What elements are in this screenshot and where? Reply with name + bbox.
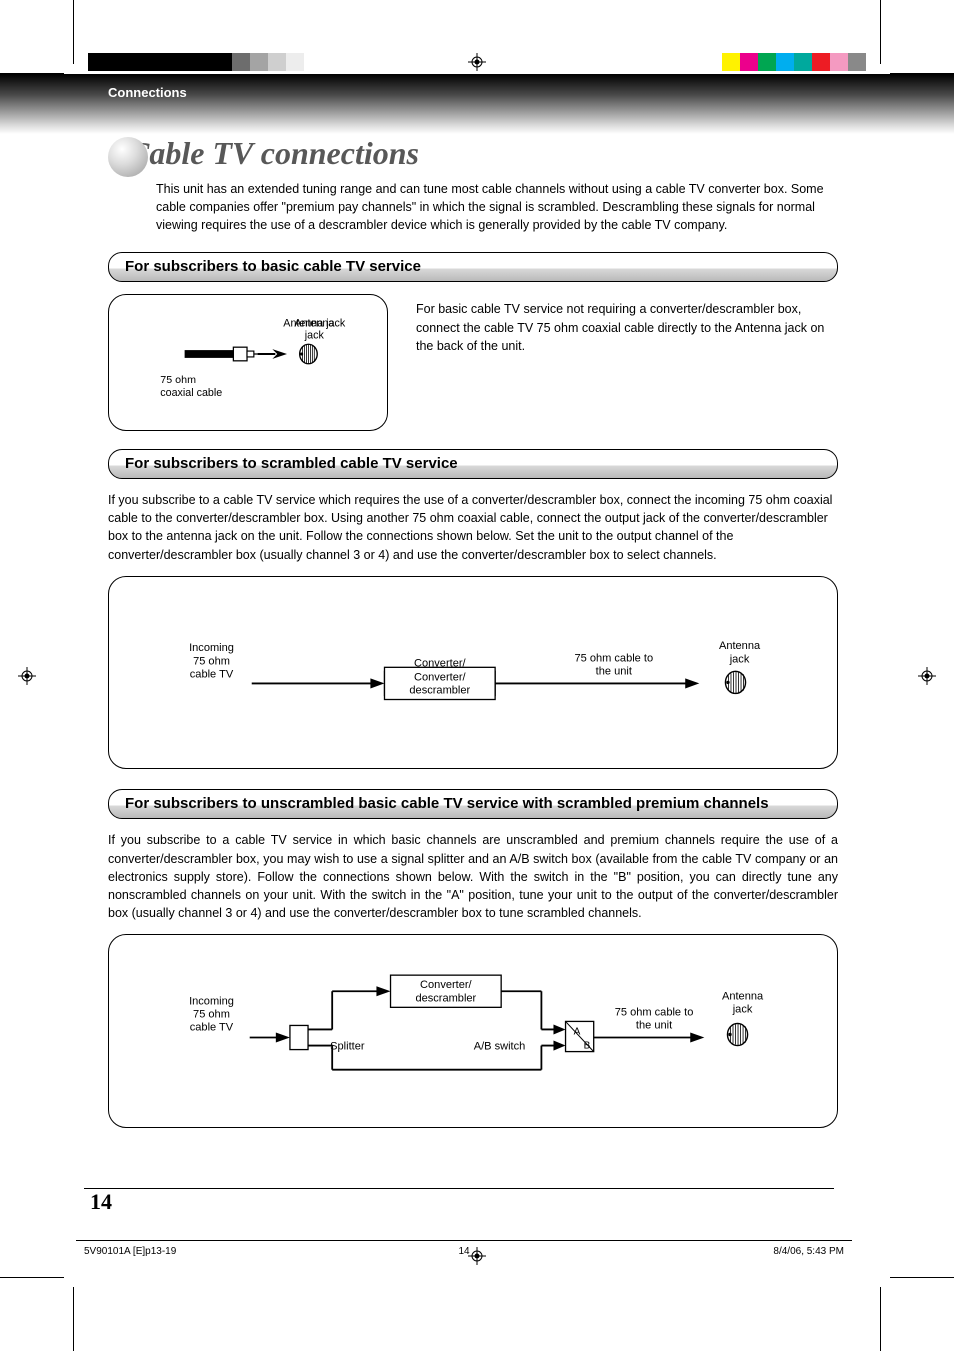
- footer-rule: [76, 1240, 852, 1241]
- svg-text:jack: jack: [732, 1003, 753, 1015]
- basic-side-text: For basic cable TV service not requiring…: [416, 294, 838, 354]
- svg-text:descrambler: descrambler: [415, 992, 476, 1004]
- svg-text:Incoming: Incoming: [189, 642, 234, 654]
- svg-text:Splitter: Splitter: [330, 1041, 365, 1053]
- svg-text:75 ohm: 75 ohm: [193, 1008, 230, 1020]
- diagram-scrambled: Incoming 75 ohm cable TV Converter/ desc…: [108, 576, 838, 770]
- svg-text:descrambler: descrambler: [409, 684, 470, 696]
- scrambled-body: If you subscribe to a cable TV service w…: [108, 491, 838, 564]
- svg-text:jack: jack: [729, 653, 750, 665]
- registration-mark-icon: [468, 53, 486, 71]
- svg-text:Converter/: Converter/: [414, 671, 467, 683]
- diagram-basic: Antenna jack Antenna jack: [108, 294, 388, 431]
- svg-text:75 ohm cable to: 75 ohm cable to: [575, 652, 654, 664]
- svg-text:B: B: [584, 1041, 591, 1052]
- registration-mark-icon: [918, 667, 936, 685]
- svg-text:Antenna: Antenna: [719, 640, 761, 652]
- intro-paragraph: This unit has an extended tuning range a…: [108, 180, 838, 234]
- heading-premium: For subscribers to unscrambled basic cab…: [108, 789, 838, 819]
- section-label: Connections: [108, 85, 838, 100]
- footer: 5V90101A [E]p13-19 14 8/4/06, 5:43 PM: [84, 1246, 844, 1257]
- diagram-premium: Incoming 75 ohm cable TV Splitter Conver…: [108, 934, 838, 1128]
- title-bullet-icon: [108, 137, 148, 177]
- page-title: Cable TV connections: [108, 135, 838, 172]
- svg-text:the unit: the unit: [636, 1019, 672, 1031]
- svg-text:cable TV: cable TV: [190, 1021, 234, 1033]
- svg-text:Antenna: Antenna: [722, 990, 764, 1002]
- svg-text:the unit: the unit: [596, 665, 632, 677]
- registration-mark-icon: [18, 667, 36, 685]
- svg-text:75 ohm: 75 ohm: [160, 375, 196, 387]
- heading-basic: For subscribers to basic cable TV servic…: [108, 252, 838, 282]
- svg-text:cable TV: cable TV: [190, 668, 234, 680]
- color-bar-left: [88, 53, 304, 71]
- svg-text:A: A: [574, 1026, 581, 1037]
- footer-center: 14: [84, 1246, 844, 1257]
- svg-text:Antenna: Antenna: [294, 318, 334, 330]
- svg-text:75 ohm: 75 ohm: [193, 655, 230, 667]
- svg-text:A/B switch: A/B switch: [474, 1041, 526, 1053]
- svg-text:Incoming: Incoming: [189, 995, 234, 1007]
- color-bar-right: [722, 53, 866, 71]
- premium-body: If you subscribe to a cable TV service i…: [108, 831, 838, 922]
- page-number-rule: [84, 1188, 834, 1189]
- svg-text:75 ohm cable to: 75 ohm cable to: [615, 1006, 694, 1018]
- svg-text:jack: jack: [304, 330, 325, 342]
- heading-scrambled: For subscribers to scrambled cable TV se…: [108, 449, 838, 479]
- svg-text:Converter/: Converter/: [420, 979, 473, 991]
- svg-text:coaxial cable: coaxial cable: [160, 387, 222, 399]
- page-number: 14: [90, 1189, 112, 1215]
